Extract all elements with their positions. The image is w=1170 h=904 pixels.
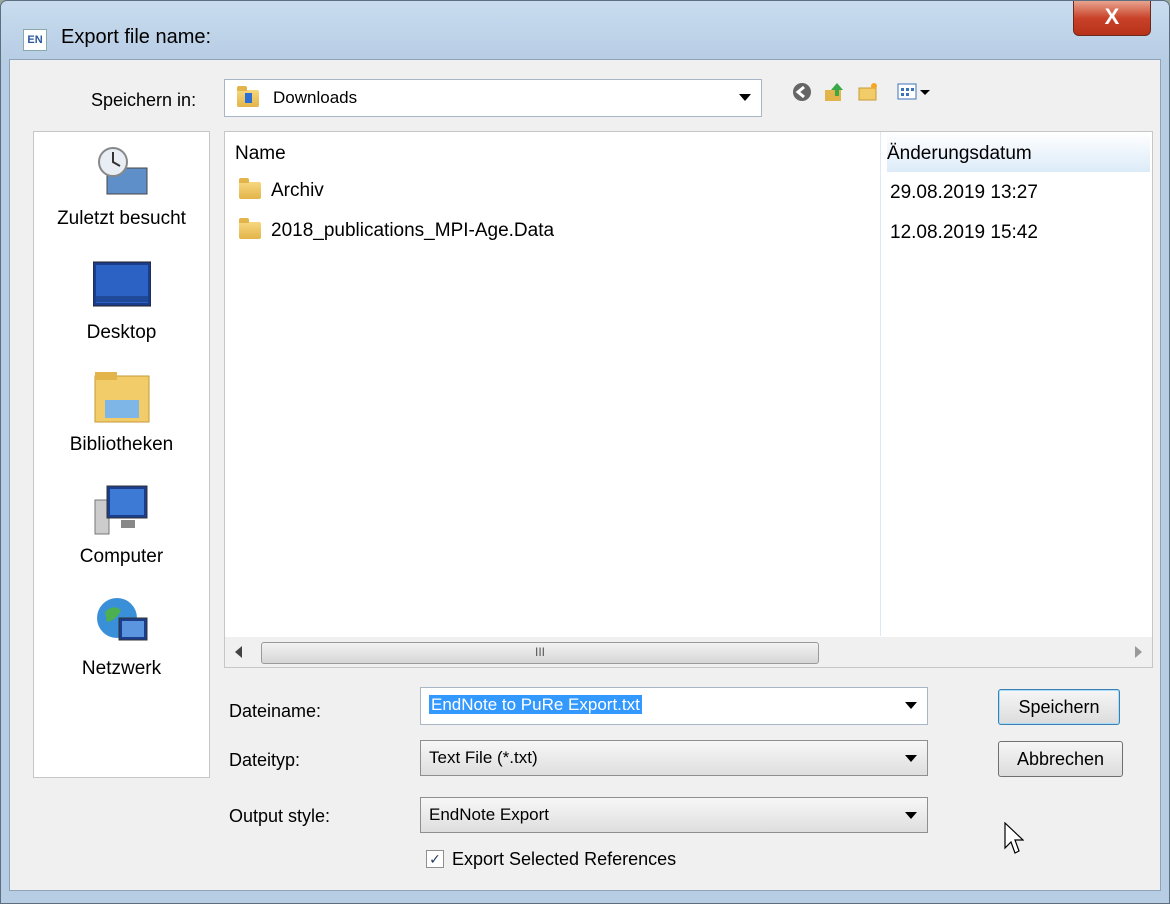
output-style-select[interactable]: EndNote Export	[420, 797, 928, 833]
places-bar: Zuletzt besucht Desktop Bibliotheken Com…	[33, 131, 210, 778]
desktop-icon	[92, 258, 151, 314]
scroll-right-icon[interactable]	[1135, 646, 1142, 658]
chevron-down-icon[interactable]	[905, 812, 917, 819]
chevron-down-icon[interactable]	[739, 94, 751, 101]
horizontal-scrollbar[interactable]: III	[225, 637, 1152, 667]
filename-input[interactable]: EndNote to PuRe Export.txt	[420, 687, 928, 725]
place-desktop[interactable]: Desktop	[34, 258, 209, 344]
mouse-cursor-icon	[1004, 822, 1024, 854]
place-computer[interactable]: Computer	[34, 482, 209, 568]
output-style-label: Output style:	[229, 806, 331, 826]
folder-icon	[239, 178, 261, 200]
export-dialog: EN Export file name: X Speichern in: Dow…	[0, 0, 1170, 904]
chevron-down-icon[interactable]	[905, 755, 917, 762]
view-menu-icon[interactable]	[897, 83, 931, 106]
place-label: Zuletzt besucht	[57, 208, 186, 229]
save-in-label: Speichern in:	[91, 90, 197, 110]
place-label: Netzwerk	[81, 658, 162, 679]
filetype-select[interactable]: Text File (*.txt)	[420, 740, 928, 776]
up-folder-icon[interactable]	[823, 81, 845, 103]
place-libraries[interactable]: Bibliotheken	[34, 370, 209, 456]
computer-icon	[93, 482, 151, 538]
title-bar: EN Export file name: X	[1, 1, 1169, 59]
place-network[interactable]: Netzwerk	[34, 594, 209, 680]
column-header-date[interactable]: Änderungsdatum	[887, 132, 1150, 172]
new-folder-icon[interactable]	[857, 81, 879, 103]
libraries-icon	[93, 370, 151, 426]
save-in-combobox[interactable]: Downloads	[224, 79, 762, 117]
place-label: Bibliotheken	[69, 434, 174, 455]
filetype-label: Dateityp:	[229, 750, 301, 770]
filename-label: Dateiname:	[229, 701, 322, 721]
dialog-title: Export file name:	[61, 26, 212, 48]
downloads-folder-icon	[237, 86, 259, 108]
filetype-value: Text File (*.txt)	[429, 748, 538, 767]
save-in-value: Downloads	[273, 88, 358, 107]
back-icon[interactable]	[791, 81, 813, 103]
file-date: 29.08.2019 13:27	[890, 182, 1038, 203]
scroll-left-icon[interactable]	[235, 646, 242, 658]
list-item[interactable]: Archiv 29.08.2019 13:27	[225, 176, 1150, 210]
recent-places-icon	[93, 144, 151, 200]
folder-icon	[239, 218, 261, 240]
output-style-value: EndNote Export	[429, 805, 550, 824]
network-icon	[93, 594, 151, 650]
file-list[interactable]: Name Änderungsdatum Archiv 29.08.2019 13…	[224, 131, 1153, 668]
list-item[interactable]: 2018_publications_MPI-Age.Data 12.08.201…	[225, 216, 1150, 250]
place-label: Desktop	[86, 322, 157, 343]
place-label: Computer	[79, 546, 164, 567]
save-button[interactable]: Speichern	[998, 689, 1120, 725]
export-selected-label[interactable]: Export Selected References	[452, 849, 676, 870]
place-recent[interactable]: Zuletzt besucht	[34, 144, 209, 230]
column-header-name[interactable]: Name	[235, 132, 286, 172]
column-header-date-label: Änderungsdatum	[887, 143, 1032, 164]
chevron-down-icon[interactable]	[905, 702, 917, 709]
file-name: Archiv	[271, 180, 324, 201]
file-date: 12.08.2019 15:42	[890, 222, 1038, 243]
scrollbar-thumb[interactable]: III	[261, 642, 819, 664]
file-name: 2018_publications_MPI-Age.Data	[271, 220, 555, 241]
cancel-button[interactable]: Abbrechen	[998, 741, 1123, 777]
export-selected-checkbox[interactable]: ✓	[426, 850, 444, 868]
close-button[interactable]: X	[1073, 1, 1151, 36]
filename-value: EndNote to PuRe Export.txt	[429, 695, 642, 714]
endnote-app-icon: EN	[23, 29, 47, 51]
